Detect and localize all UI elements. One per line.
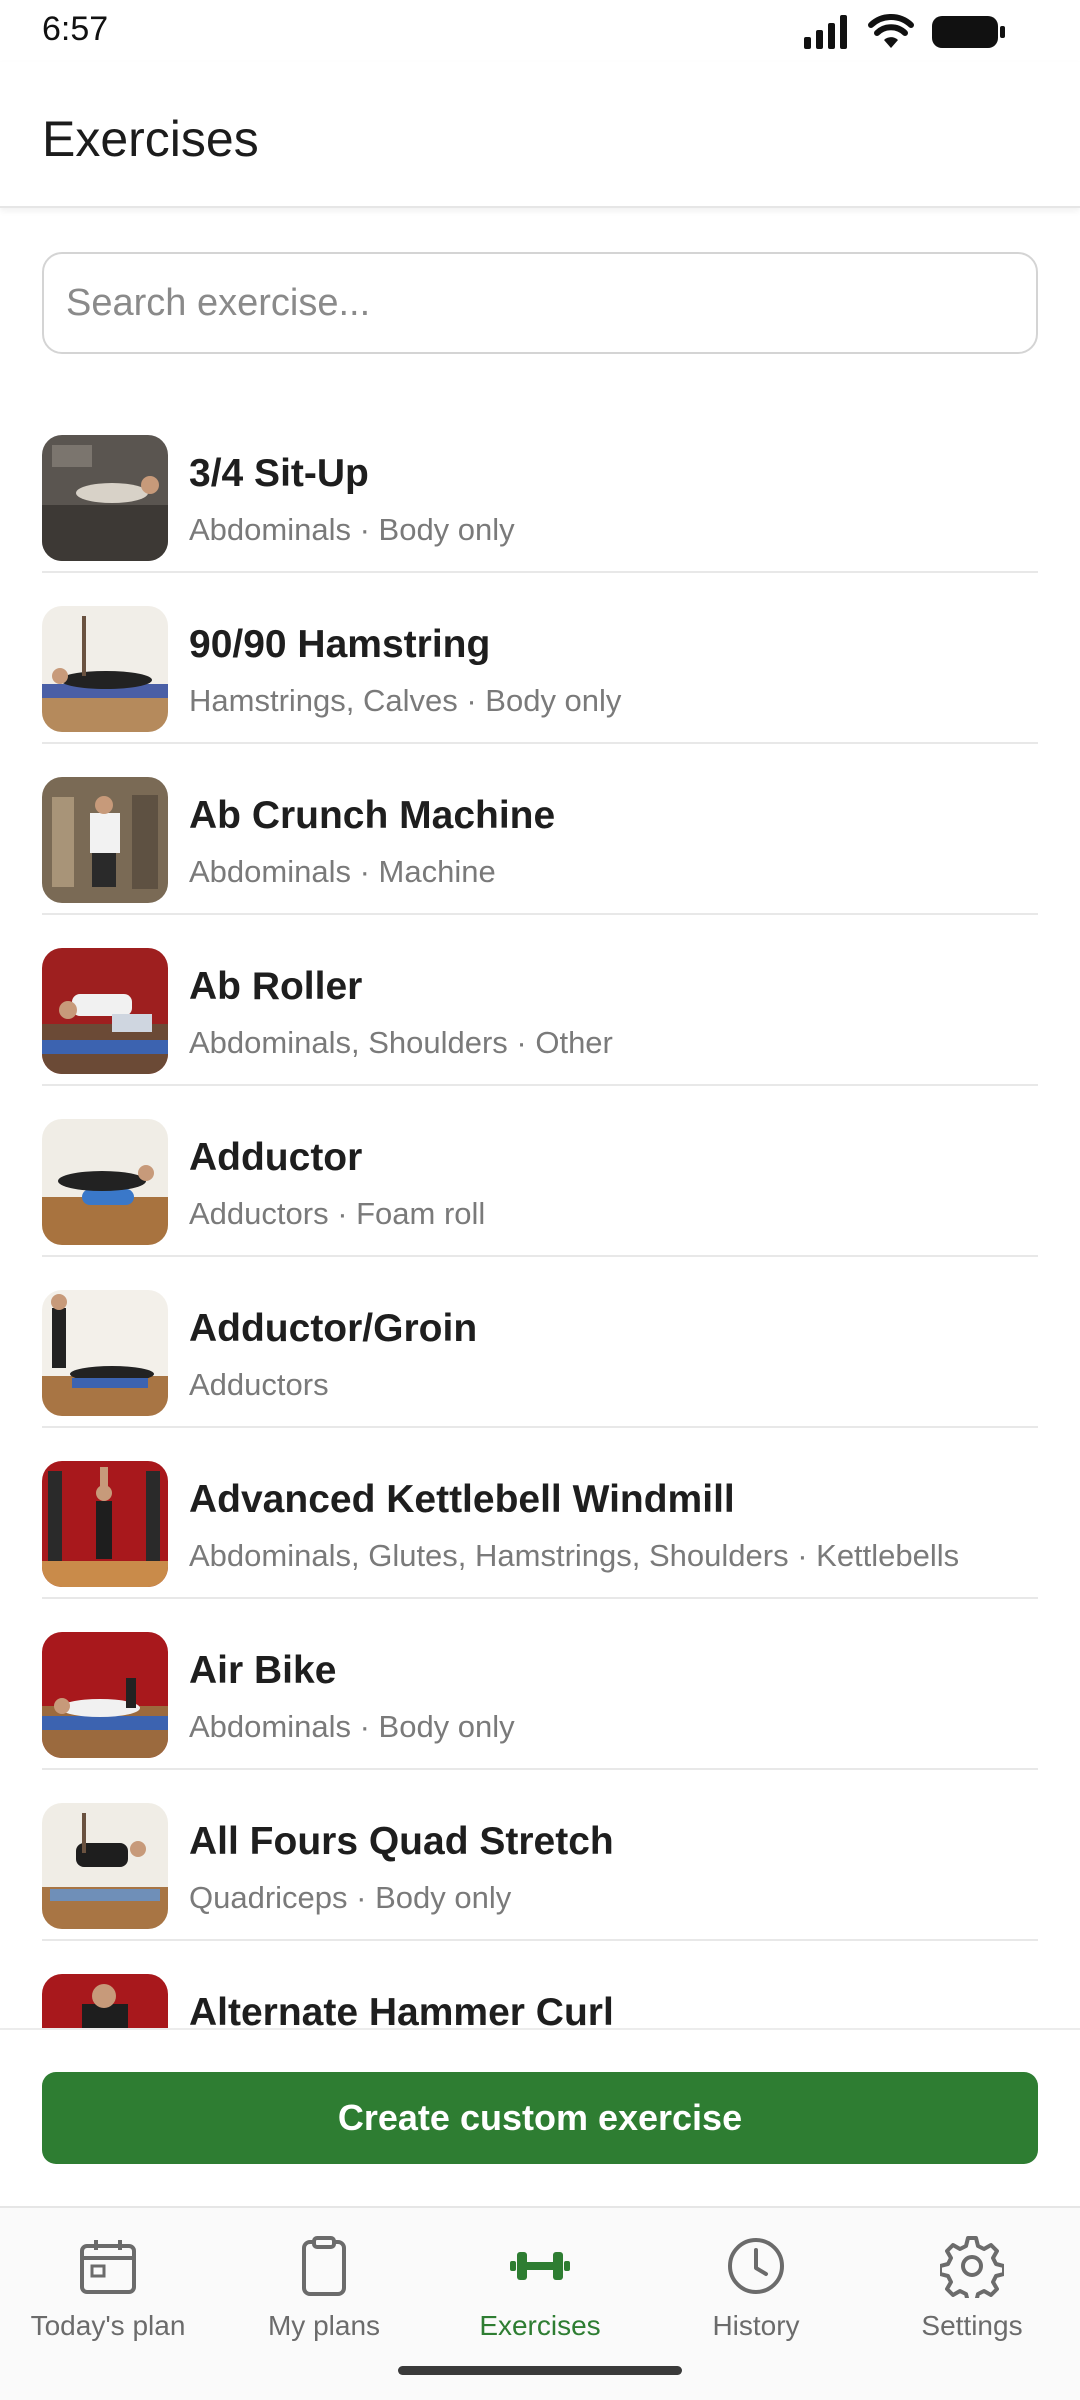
exercise-row[interactable]: Adductor/Groin Adductors — [42, 1257, 1038, 1428]
tab-exercises[interactable]: Exercises — [432, 2228, 648, 2358]
tab-my-plans[interactable]: My plans — [216, 2228, 432, 2358]
tab-label: History — [712, 2310, 800, 2341]
clipboard-icon — [302, 2236, 346, 2296]
exercise-thumbnail — [42, 1974, 168, 2028]
exercise-details: Adductors · Foam roll — [189, 1196, 486, 1231]
exercise-thumbnail — [42, 948, 168, 1074]
search-input[interactable] — [44, 254, 1036, 352]
exercise-name: Adductor/Groin — [189, 1307, 478, 1350]
action-area: Create custom exercise — [0, 2028, 1080, 2206]
exercise-thumbnail — [42, 1290, 168, 1416]
exercise-details: Abdominals · Machine — [189, 854, 496, 889]
exercise-name: Ab Crunch Machine — [189, 794, 556, 837]
exercise-name: Advanced Kettlebell Windmill — [189, 1478, 735, 1521]
exercise-details: Quadriceps · Body only — [189, 1880, 512, 1915]
exercise-details: Abdominals, Shoulders · Other — [189, 1025, 613, 1060]
tab-history[interactable]: History — [648, 2228, 864, 2358]
status-time: 6:57 — [42, 10, 109, 48]
status-icons — [804, 14, 1006, 50]
exercise-name: 3/4 Sit-Up — [189, 452, 369, 495]
wifi-icon — [868, 14, 914, 48]
gear-icon — [940, 2236, 1004, 2298]
calendar-icon — [80, 2240, 136, 2294]
tab-settings[interactable]: Settings — [864, 2228, 1080, 2358]
create-custom-exercise-button[interactable]: Create custom exercise — [42, 2072, 1038, 2164]
exercise-name: All Fours Quad Stretch — [189, 1820, 614, 1863]
exercise-row[interactable]: Adductor Adductors · Foam roll — [42, 1086, 1038, 1257]
exercise-details: Abdominals · Body only — [189, 1709, 515, 1744]
status-bar: 6:57 — [0, 0, 1080, 62]
exercise-thumbnail — [42, 1461, 168, 1587]
exercise-thumbnail — [42, 1119, 168, 1245]
exercise-row[interactable]: Air Bike Abdominals · Body only — [42, 1599, 1038, 1770]
exercise-thumbnail — [42, 777, 168, 903]
exercise-row[interactable]: 3/4 Sit-Up Abdominals · Body only — [42, 402, 1038, 573]
signal-icon — [804, 15, 847, 49]
battery-icon — [932, 16, 1005, 48]
exercise-list[interactable]: 3/4 Sit-Up Abdominals · Body only 90/90 … — [0, 402, 1080, 2028]
tab-todays-plan[interactable]: Today's plan — [0, 2228, 216, 2358]
exercise-row[interactable]: Advanced Kettlebell Windmill Abdominals,… — [42, 1428, 1038, 1599]
exercise-name: Alternate Hammer Curl — [189, 1991, 614, 2028]
exercise-details: Abdominals · Body only — [189, 512, 515, 547]
page-title: Exercises — [42, 111, 259, 167]
exercise-row[interactable]: Ab Roller Abdominals, Shoulders · Other — [42, 915, 1038, 1086]
exercise-row[interactable]: All Fours Quad Stretch Quadriceps · Body… — [42, 1770, 1038, 1941]
home-indicator — [398, 2366, 682, 2375]
app-header: Exercises — [0, 62, 1080, 208]
search-box[interactable] — [42, 252, 1038, 354]
exercise-details: Hamstrings, Calves · Body only — [189, 683, 622, 718]
exercise-name: Ab Roller — [189, 965, 363, 1008]
clock-icon — [728, 2238, 784, 2294]
tab-label: My plans — [267, 2310, 381, 2341]
exercise-row[interactable]: 90/90 Hamstring Hamstrings, Calves · Bod… — [42, 573, 1038, 744]
exercise-details: Abdominals, Glutes, Hamstrings, Shoulder… — [189, 1538, 960, 1573]
exercise-row[interactable]: Ab Crunch Machine Abdominals · Machine — [42, 744, 1038, 915]
tab-label: Exercises — [479, 2310, 601, 2341]
tab-label: Today's plan — [30, 2310, 186, 2341]
exercise-thumbnail — [42, 1803, 168, 1929]
exercise-row[interactable]: Alternate Hammer Curl — [42, 1941, 1038, 2028]
tab-label: Settings — [921, 2310, 1023, 2341]
exercise-name: Air Bike — [189, 1649, 337, 1692]
exercise-thumbnail — [42, 606, 168, 732]
exercise-name: Adductor — [189, 1136, 363, 1179]
dumbbell-icon — [510, 2252, 570, 2280]
exercise-thumbnail — [42, 435, 168, 561]
exercise-details: Adductors — [189, 1367, 329, 1402]
exercise-thumbnail — [42, 1632, 168, 1758]
exercise-name: 90/90 Hamstring — [189, 623, 491, 666]
